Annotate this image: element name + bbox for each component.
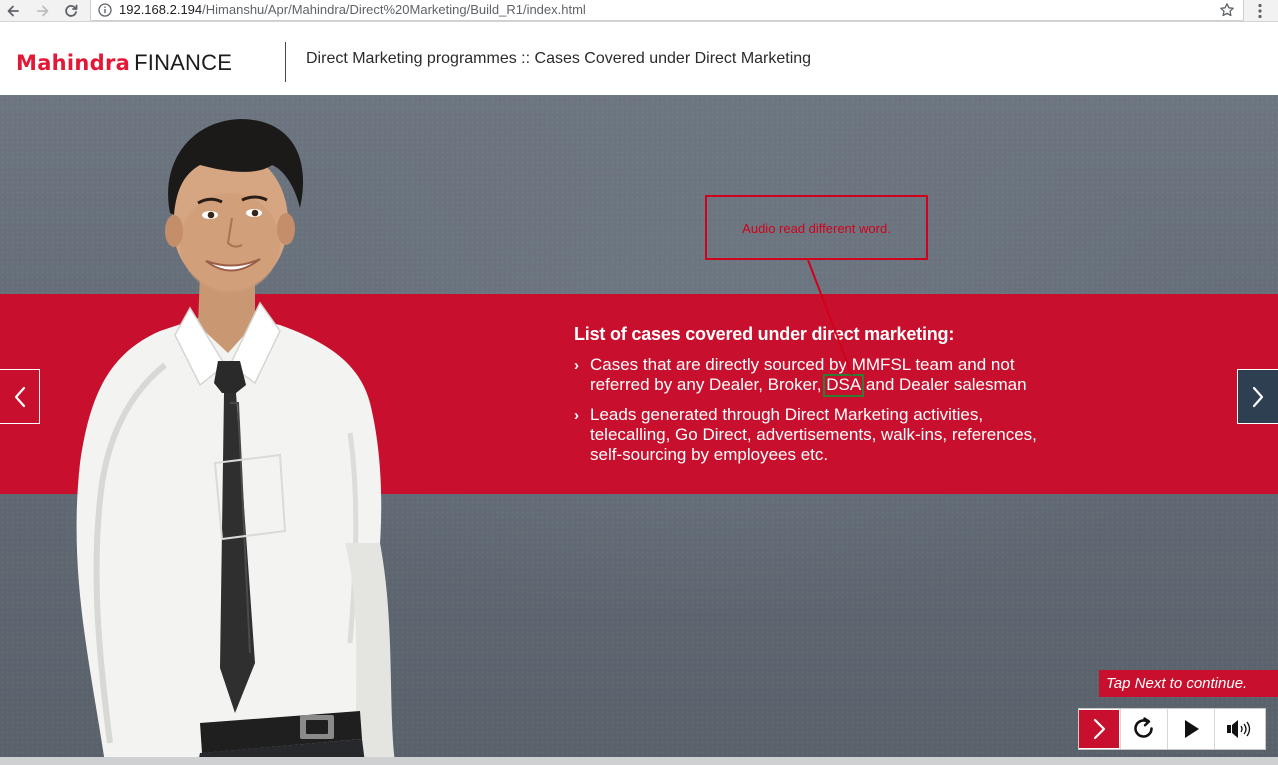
url-text[interactable]: 192.168.2.194/Himanshu/Apr/Mahindra/Dire…	[119, 2, 586, 17]
course-header: Mahindra FINANCE Direct Marketing program…	[0, 23, 1278, 95]
browser-toolbar: 192.168.2.194/Himanshu/Apr/Mahindra/Dire…	[0, 0, 1278, 22]
more-vertical-icon	[1258, 3, 1262, 19]
logo-finance-text: FINANCE	[134, 50, 233, 75]
reload-icon	[65, 4, 78, 17]
back-button[interactable]	[4, 2, 22, 20]
browser-menu-button[interactable]	[1254, 2, 1266, 20]
bullet-text-after: and Dealer salesman	[861, 375, 1027, 394]
replay-button[interactable]	[1120, 709, 1167, 749]
info-icon[interactable]	[98, 3, 112, 17]
mahindra-finance-logo: Mahindra FINANCE	[16, 50, 232, 76]
star-icon[interactable]	[1219, 2, 1235, 18]
slide-stage: List of cases covered under direct marke…	[0, 95, 1278, 757]
chevron-left-icon	[14, 386, 25, 407]
page-title: Direct Marketing programmes :: Cases Cov…	[306, 50, 812, 67]
volume-icon	[1227, 720, 1251, 738]
annotation-callout: Audio read different word.	[705, 195, 928, 260]
volume-button[interactable]	[1214, 709, 1261, 749]
url-host: 192.168.2.194	[119, 2, 203, 17]
play-icon	[1185, 720, 1199, 738]
bullet-chevron-icon: ›	[574, 357, 579, 374]
next-slide-side-button[interactable]	[1237, 369, 1278, 424]
highlighted-word: DSA	[823, 374, 865, 397]
play-button[interactable]	[1167, 709, 1214, 749]
bullet-chevron-icon: ›	[574, 407, 579, 424]
bullet-item: › Leads generated through Direct Marketi…	[574, 405, 1044, 465]
next-button[interactable]	[1079, 709, 1120, 749]
address-bar[interactable]: 192.168.2.194/Himanshu/Apr/Mahindra/Dire…	[90, 0, 1244, 21]
slide-heading: List of cases covered under direct marke…	[574, 324, 955, 344]
replay-icon	[1134, 717, 1153, 738]
tap-next-label: Tap Next to continue.	[1099, 670, 1278, 697]
presenter-image	[76, 119, 395, 757]
player-controls	[1078, 708, 1266, 750]
reload-button[interactable]	[62, 2, 80, 20]
next-icon	[1093, 718, 1106, 740]
arrow-right-icon	[37, 5, 49, 17]
forward-button[interactable]	[34, 2, 52, 20]
prev-slide-button[interactable]	[0, 369, 40, 424]
bullet-text: Leads generated through Direct Marketing…	[590, 405, 1037, 464]
bottom-scrollbar[interactable]	[0, 757, 1278, 765]
url-path: /Himanshu/Apr/Mahindra/Direct%20Marketin…	[202, 2, 586, 17]
chevron-right-icon	[1252, 386, 1264, 407]
header-divider	[285, 42, 286, 82]
slide-content: List of cases covered under direct marke…	[574, 324, 1044, 475]
logo-mahindra-text: Mahindra	[16, 51, 131, 75]
arrow-left-icon	[7, 5, 19, 17]
annotation-text: Audio read different word.	[742, 221, 891, 236]
bullet-item: › Cases that are directly sourced by MMF…	[574, 355, 1044, 397]
highlight-box	[823, 374, 865, 397]
